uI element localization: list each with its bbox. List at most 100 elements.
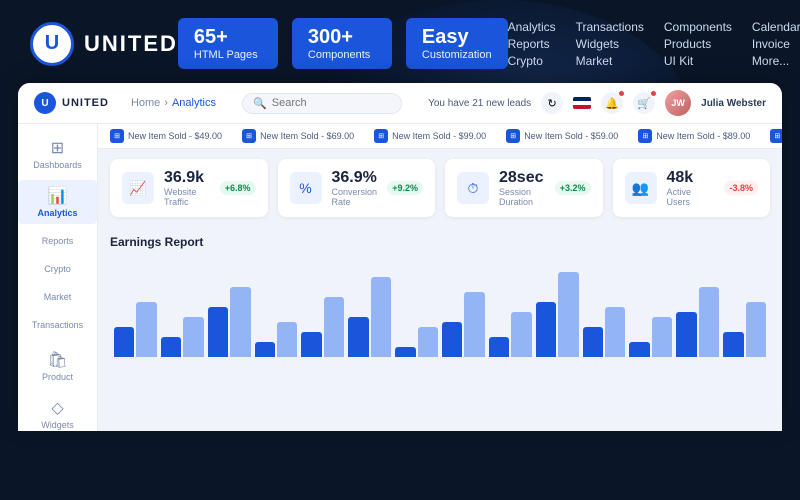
- ticker-text-1: New Item Sold - $69.00: [260, 131, 354, 141]
- nav-col-0: Analytics Reports Crypto: [508, 20, 556, 68]
- traffic-label: Website Traffic: [164, 187, 210, 207]
- nav-transactions[interactable]: Transactions: [576, 20, 644, 34]
- ticker-item-0: ⊞ New Item Sold - $49.00: [110, 129, 222, 143]
- ticker-text-4: New Item Sold - $89.00: [656, 131, 750, 141]
- header-right: You have 21 new leads ↻ 🔔 🛒 JW Julia Web…: [428, 90, 766, 116]
- session-change: +3.2%: [555, 181, 591, 195]
- nav-widgets[interactable]: Widgets: [576, 37, 644, 51]
- chart-bar-group-13: [723, 302, 766, 357]
- refresh-icon[interactable]: ↻: [541, 92, 563, 114]
- users-value: 48k: [667, 169, 715, 187]
- users-icon: 👥: [625, 172, 657, 204]
- nav-col-2: Components Products UI Kit: [664, 20, 732, 68]
- ticker-dot-3: ⊞: [506, 129, 520, 143]
- chart-bar-dark-2: [208, 307, 228, 357]
- cart-badge: [650, 90, 657, 97]
- dash-body: ⊞ Dashboards 📊 Analytics Reports Crypto …: [18, 124, 782, 431]
- sidebar-item-dashboards[interactable]: ⊞ Dashboards: [18, 132, 97, 176]
- avatar[interactable]: JW: [665, 90, 691, 116]
- leads-text: You have 21 new leads: [428, 98, 531, 109]
- sidebar-reports-label: Reports: [42, 236, 74, 246]
- analytics-icon: 📊: [48, 186, 68, 206]
- stat-label-2: Customization: [422, 49, 492, 61]
- sidebar-item-analytics[interactable]: 📊 Analytics: [18, 180, 97, 224]
- chart-bar-dark-8: [489, 337, 509, 357]
- nav-calendar[interactable]: Calendar: [752, 20, 800, 34]
- sidebar-item-reports[interactable]: Reports: [18, 228, 97, 252]
- sidebar-item-widgets[interactable]: ◇ Widgets: [18, 392, 97, 431]
- chart-bar-light-11: [652, 317, 672, 357]
- notification-icon[interactable]: 🔔: [601, 92, 623, 114]
- flag-icon[interactable]: [573, 97, 591, 109]
- main-content: ⊞ New Item Sold - $49.00 ⊞ New Item Sold…: [98, 124, 782, 431]
- sidebar-item-market[interactable]: Market: [18, 284, 97, 308]
- ticker-dot-4: ⊞: [638, 129, 652, 143]
- nav-market[interactable]: Market: [576, 54, 644, 68]
- sidebar-widgets-label: Widgets: [41, 420, 74, 430]
- sidebar-crypto-label: Crypto: [44, 264, 71, 274]
- stat-card-3: 👥 48k Active Users -3.8%: [613, 159, 771, 217]
- nav-uikit[interactable]: UI Kit: [664, 54, 732, 68]
- search-box[interactable]: 🔍: [242, 93, 402, 114]
- dashboard-panel: U UNITED Home › Analytics 🔍 You have 21 …: [18, 83, 782, 431]
- sidebar-item-product[interactable]: 🛍 Product: [18, 344, 97, 388]
- chart-bar-light-8: [511, 312, 531, 357]
- chart-bar-group-11: [629, 317, 672, 357]
- conversion-icon: %: [290, 172, 322, 204]
- brand-name: UNITED: [84, 31, 178, 57]
- sidebar-analytics-label: Analytics: [37, 208, 77, 218]
- nav-col-1: Transactions Widgets Market: [576, 20, 644, 68]
- sidebar-item-crypto[interactable]: Crypto: [18, 256, 97, 280]
- nav-components[interactable]: Components: [664, 20, 732, 34]
- ticker-text-0: New Item Sold - $49.00: [128, 131, 222, 141]
- earnings-section: Earnings Report: [98, 227, 782, 365]
- ticker-item-1: ⊞ New Item Sold - $69.00: [242, 129, 354, 143]
- earnings-chart: [110, 257, 770, 357]
- ticker-dot-5: ⊞: [770, 129, 782, 143]
- chart-bar-light-10: [605, 307, 625, 357]
- nav-crypto[interactable]: Crypto: [508, 54, 556, 68]
- session-label: Session Duration: [499, 187, 545, 207]
- traffic-change: +6.8%: [220, 181, 256, 195]
- dash-header: U UNITED Home › Analytics 🔍 You have 21 …: [18, 83, 782, 124]
- nav-reports[interactable]: Reports: [508, 37, 556, 51]
- traffic-icon: 📈: [122, 172, 154, 204]
- sidebar-market-label: Market: [44, 292, 72, 302]
- sidebar-item-transactions[interactable]: Transactions: [18, 312, 97, 336]
- sidebar-transactions-label: Transactions: [32, 320, 83, 330]
- user-name: Julia Webster: [701, 98, 766, 109]
- nav-more[interactable]: More...: [752, 54, 800, 68]
- ticker-dot-1: ⊞: [242, 129, 256, 143]
- cart-icon[interactable]: 🛒: [633, 92, 655, 114]
- sidebar: ⊞ Dashboards 📊 Analytics Reports Crypto …: [18, 124, 98, 431]
- stat-card-2: ⏱ 28sec Session Duration +3.2%: [445, 159, 603, 217]
- chart-bar-group-6: [395, 327, 438, 357]
- stat-card-info-2: 28sec Session Duration: [499, 169, 545, 207]
- chart-bar-dark-9: [536, 302, 556, 357]
- stat-card-info-0: 36.9k Website Traffic: [164, 169, 210, 207]
- dash-logo: U UNITED: [34, 92, 109, 114]
- nav-products[interactable]: Products: [664, 37, 732, 51]
- users-change: -3.8%: [724, 181, 758, 195]
- search-icon: 🔍: [253, 97, 267, 110]
- chart-bar-light-2: [230, 287, 250, 357]
- stat-card-info-3: 48k Active Users: [667, 169, 715, 207]
- chart-bar-dark-6: [395, 347, 415, 357]
- chart-bar-light-13: [746, 302, 766, 357]
- chart-bar-light-5: [371, 277, 391, 357]
- ticker-item-2: ⊞ New Item Sold - $99.00: [374, 129, 486, 143]
- chart-bar-group-1: [161, 317, 204, 357]
- ticker-dot-0: ⊞: [110, 129, 124, 143]
- search-input[interactable]: [272, 97, 391, 109]
- stat-card-info-1: 36.9% Conversion Rate: [332, 169, 378, 207]
- nav-analytics[interactable]: Analytics: [508, 20, 556, 34]
- stat-num-1: 300+: [308, 26, 376, 49]
- chart-bar-light-12: [699, 287, 719, 357]
- chart-bar-dark-11: [629, 342, 649, 357]
- stat-num-2: Easy: [422, 26, 492, 49]
- dashboards-icon: ⊞: [51, 138, 64, 158]
- nav-invoice[interactable]: Invoice: [752, 37, 800, 51]
- nav-menu: Analytics Reports Crypto Transactions Wi…: [508, 20, 800, 68]
- breadcrumb-home[interactable]: Home: [131, 97, 160, 109]
- chart-bar-light-9: [558, 272, 578, 357]
